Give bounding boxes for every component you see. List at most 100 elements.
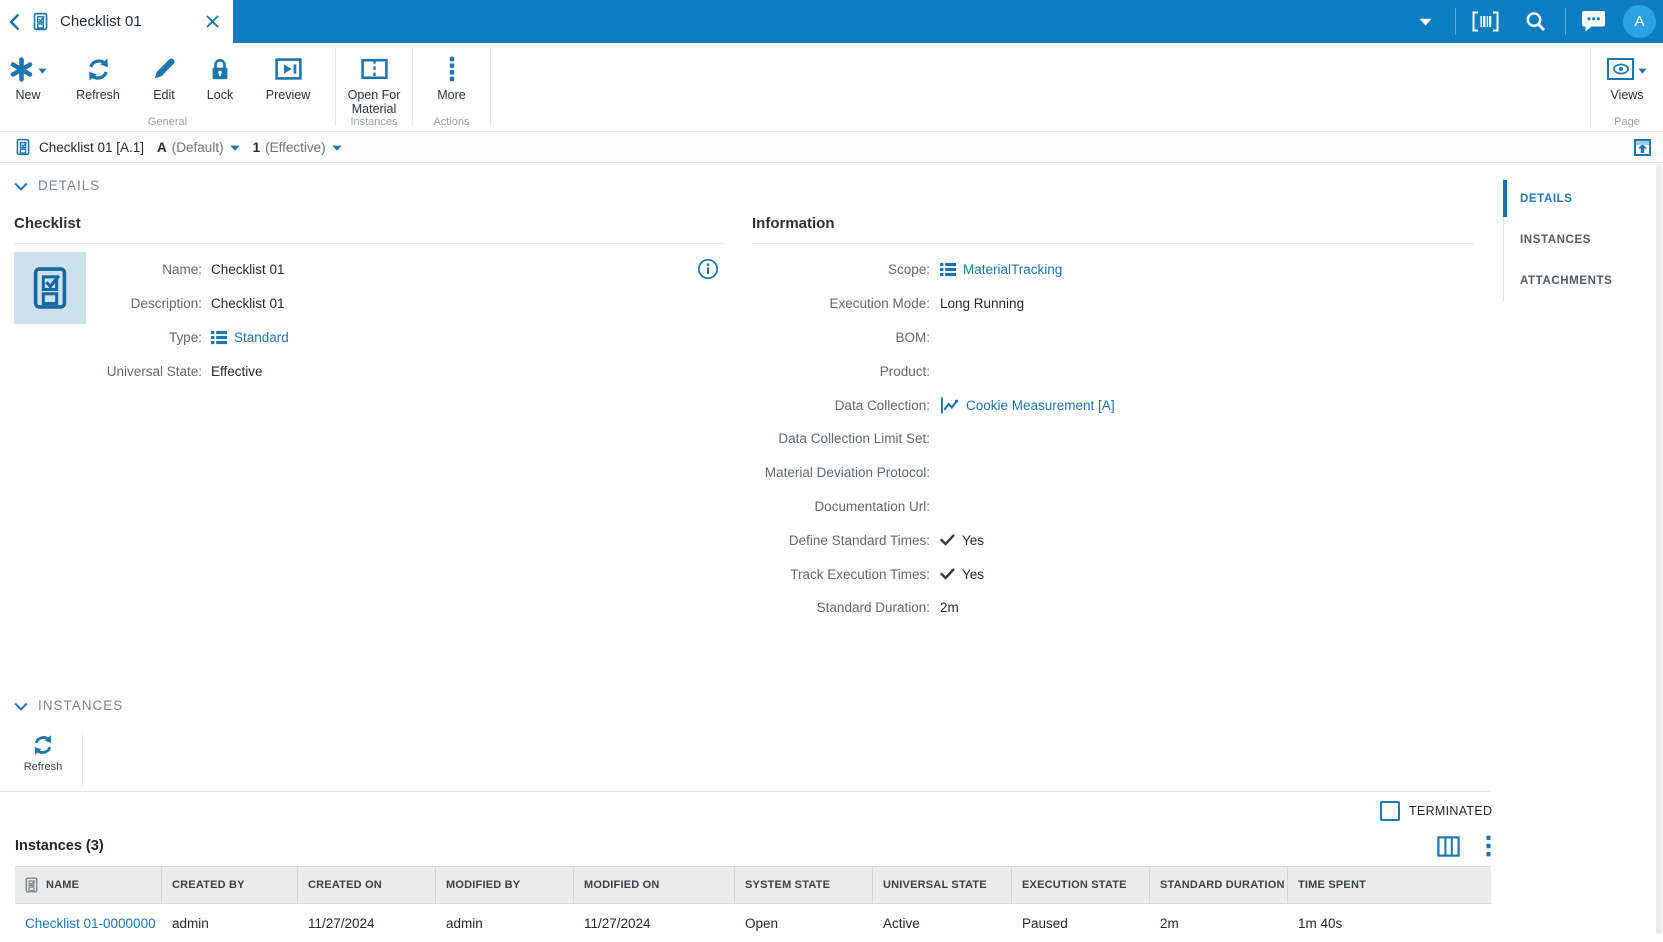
- field-material-deviation-protocol: Material Deviation Protocol:: [752, 456, 1474, 490]
- nav-item-instances[interactable]: INSTANCES: [1504, 219, 1663, 260]
- new-button-label: New: [15, 88, 40, 102]
- column-label: CREATED ON: [308, 879, 382, 891]
- chevron-down-icon: [14, 182, 28, 191]
- field-label: Track Execution Times:: [752, 567, 930, 582]
- more-dots-icon: [449, 54, 455, 84]
- type-link[interactable]: Standard: [234, 330, 289, 345]
- chat-icon[interactable]: [1581, 0, 1606, 43]
- asterisk-new-icon: [9, 57, 34, 82]
- field-value: Effective: [211, 364, 263, 379]
- field-label: Product:: [752, 364, 930, 379]
- info-icon[interactable]: [697, 258, 719, 280]
- cell-system-state: Open: [735, 904, 873, 942]
- column-label: SYSTEM STATE: [745, 879, 830, 891]
- details-section-header[interactable]: DETAILS: [14, 178, 100, 193]
- field-label: Scope:: [752, 262, 930, 277]
- scope-link[interactable]: MaterialTracking: [963, 262, 1062, 277]
- refresh-icon: [86, 54, 111, 84]
- more-button-label: More: [437, 88, 465, 102]
- column-header-execution-state[interactable]: EXECUTION STATE: [1012, 867, 1150, 903]
- nav-item-label: ATTACHMENTS: [1520, 275, 1612, 287]
- column-label: STANDARD DURATION: [1160, 879, 1285, 891]
- data-collection-link[interactable]: Cookie Measurement [A]: [966, 398, 1115, 413]
- refresh-icon: [32, 734, 54, 756]
- barcode-icon[interactable]: [1472, 0, 1499, 43]
- close-icon[interactable]: [206, 15, 219, 28]
- vertical-scrollbar[interactable]: [1656, 164, 1662, 934]
- column-chooser-icon[interactable]: [1437, 836, 1460, 857]
- column-header-standard-duration[interactable]: STANDARD DURATION: [1150, 867, 1288, 903]
- ribbon-group-label-actions: Actions: [413, 116, 490, 128]
- field-product: Product:: [752, 354, 1474, 388]
- column-header-created-by[interactable]: CREATED BY: [162, 867, 298, 903]
- ribbon-group-label-general: General: [0, 116, 335, 128]
- topbar-divider: [1565, 8, 1566, 35]
- instances-section-header[interactable]: INSTANCES: [14, 698, 123, 713]
- field-label: Execution Mode:: [752, 296, 930, 311]
- column-header-modified-by[interactable]: MODIFIED BY: [436, 867, 574, 903]
- checklist-thumbnail: [14, 252, 86, 324]
- information-panel-title: Information: [752, 215, 1474, 244]
- instances-table-title: Instances (3): [15, 838, 104, 854]
- field-description: Description: Checklist 01: [14, 287, 723, 321]
- field-documentation-url: Documentation Url:: [752, 490, 1474, 524]
- cell-execution-state: Paused: [1012, 904, 1150, 942]
- field-bom: BOM:: [752, 321, 1474, 355]
- version-selector[interactable]: A (Default): [157, 140, 240, 155]
- column-header-time-spent[interactable]: TIME SPENT: [1288, 867, 1491, 903]
- collapse-panel-icon[interactable]: [1634, 139, 1651, 156]
- column-header-name[interactable]: NAME: [15, 867, 162, 903]
- terminated-checkbox[interactable]: [1380, 801, 1400, 821]
- preview-icon: [275, 54, 302, 84]
- instances-refresh-button[interactable]: Refresh: [13, 734, 73, 773]
- field-data-collection: Data Collection: Cookie Measurement [A]: [752, 388, 1474, 422]
- cell-modified-on: 11/27/2024: [574, 904, 735, 942]
- revision-state: (Effective): [265, 140, 326, 155]
- instances-table-titlebar: Instances (3): [15, 834, 1491, 858]
- checklist-icon: [33, 12, 48, 31]
- kebab-menu-icon[interactable]: [1486, 835, 1491, 857]
- user-avatar[interactable]: A: [1623, 5, 1656, 38]
- field-label: Documentation Url:: [752, 499, 930, 514]
- cell-time-spent: 1m 40s: [1288, 904, 1491, 942]
- field-scope: Scope: MaterialTracking: [752, 253, 1474, 287]
- field-label: Material Deviation Protocol:: [752, 465, 930, 480]
- column-header-universal-state[interactable]: UNIVERSAL STATE: [873, 867, 1012, 903]
- field-data-collection-limit-set: Data Collection Limit Set:: [752, 422, 1474, 456]
- field-type: Type: Standard: [14, 321, 723, 355]
- back-chevron-icon[interactable]: [9, 13, 20, 31]
- field-name: Name: Checklist 01: [14, 253, 723, 287]
- field-label: Universal State:: [14, 364, 202, 379]
- ribbon-group-instances: Open For Material Instances: [336, 43, 412, 131]
- lock-button-label: Lock: [207, 88, 233, 102]
- column-header-created-on[interactable]: CREATED ON: [298, 867, 436, 903]
- instances-section-title: INSTANCES: [38, 698, 123, 713]
- ribbon-toolbar: New Refresh: [0, 43, 1663, 132]
- field-value: Long Running: [940, 296, 1024, 311]
- column-header-system-state[interactable]: SYSTEM STATE: [735, 867, 873, 903]
- topbar-caret-down-icon[interactable]: [1419, 0, 1432, 43]
- field-value: Checklist 01: [211, 262, 285, 277]
- terminated-label: TERMINATED: [1409, 804, 1492, 818]
- open-for-material-icon: [361, 54, 388, 84]
- document-tab[interactable]: Checklist 01: [0, 0, 233, 43]
- column-header-modified-on[interactable]: MODIFIED ON: [574, 867, 735, 903]
- caret-down-icon: [38, 68, 47, 74]
- chart-line-icon: [940, 397, 959, 414]
- instances-table: NAME CREATED BY CREATED ON MODIFIED BY M…: [15, 866, 1491, 942]
- check-icon: [940, 568, 955, 580]
- field-define-standard-times: Define Standard Times: Yes: [752, 523, 1474, 557]
- cell-universal-state: Active: [873, 904, 1012, 942]
- ribbon-group-label-instances: Instances: [336, 116, 412, 128]
- chevron-down-icon: [14, 702, 28, 711]
- tab-title: Checklist 01: [60, 13, 206, 30]
- nav-item-attachments[interactable]: ATTACHMENTS: [1504, 260, 1663, 301]
- revision-selector[interactable]: 1 (Effective): [253, 140, 342, 155]
- field-label: Type:: [14, 330, 202, 345]
- field-value: Yes: [962, 567, 984, 582]
- search-icon[interactable]: [1525, 0, 1546, 43]
- instance-name-link[interactable]: Checklist 01-0000000: [25, 916, 156, 931]
- nav-item-details[interactable]: DETAILS: [1504, 178, 1663, 219]
- preview-button-label: Preview: [266, 88, 310, 102]
- column-label: MODIFIED BY: [446, 879, 520, 891]
